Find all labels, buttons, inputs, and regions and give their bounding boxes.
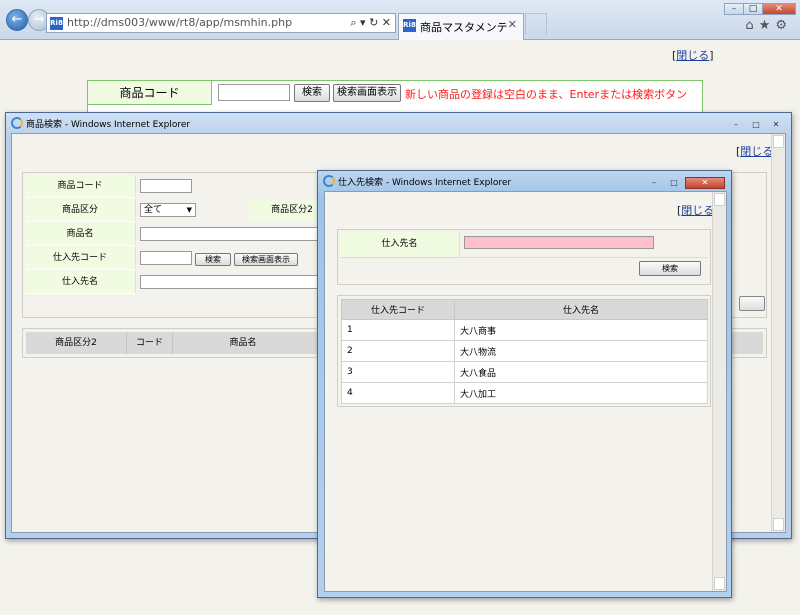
product-code-label: 商品コード [25,175,136,198]
product-search-button[interactable] [739,296,765,311]
site-favicon-icon: Ri8 [50,17,63,30]
tab-title: 商品マスタメンテ [420,21,508,34]
form-divider [340,257,708,258]
supplier-name-input[interactable] [464,236,654,249]
supplier-name-cell: 大八加工 [454,382,708,404]
home-icon[interactable]: ⌂ [745,18,758,33]
address-bar[interactable]: Ri8 http://dms003/www/rt8/app/msmhin.php… [46,13,396,33]
product-class-label: 商品区分 [25,199,136,222]
table-row[interactable]: 4 大八加工 [341,382,708,404]
star-icon[interactable]: ★ [759,18,776,33]
supplier-code-cell: 2 [341,340,455,362]
supplier-code-label: 仕入先コード [25,247,136,270]
main-close-link[interactable]: 閉じる [676,49,709,62]
table-header-row: 仕入先コード 仕入先名 [341,299,708,320]
browser-toolbar: ← → Ri8 http://dms003/www/rt8/app/msmhin… [0,0,800,40]
supplier-name-cell: 大八商事 [454,319,708,341]
main-search-button[interactable]: 検索 [294,84,330,102]
product-close-link[interactable]: 閉じる [740,145,773,158]
supplier-window-titlebar[interactable]: 仕入先検索 - Windows Internet Explorer – □ ✕ [318,171,731,191]
supplier-table: 仕入先コード 仕入先名 1 大八商事 2 大八物流 3 大八食品 4 大八加工 [341,299,708,404]
header-code: コード [127,332,173,354]
supplier-results: 仕入先コード 仕入先名 1 大八商事 2 大八物流 3 大八食品 4 大八加工 [337,295,711,407]
table-row[interactable]: 2 大八物流 [341,340,708,362]
header-product-name: 商品名 [229,338,257,348]
supplier-name-label: 仕入先名 [340,232,460,257]
header-supplier-code: 仕入先コード [341,299,455,320]
product-window-controls: – □ ✕ [725,116,785,131]
supplier-search-button[interactable]: 検索 [195,253,231,266]
supplier-search-form: 仕入先名 検索 [337,229,711,285]
supplier-code-cell: 4 [341,382,455,404]
product-class-value: 全て [144,205,163,215]
scroll-down-icon[interactable] [773,518,784,531]
new-tab-button[interactable] [525,13,547,35]
supplier-search-window: 仕入先検索 - Windows Internet Explorer – □ ✕ [閉… [317,170,732,598]
product-window-title: 商品検索 - Windows Internet Explorer [26,120,191,130]
table-row[interactable]: 3 大八食品 [341,361,708,383]
browser-icons: ⌂★⚙ [745,18,792,33]
back-arrow-icon[interactable]: ← [6,9,28,31]
minimize-icon[interactable]: – [645,177,663,189]
product-name-input[interactable] [140,227,330,241]
maximize-icon[interactable]: □ [665,177,683,189]
registration-hint: 新しい商品の登録は空白のまま、Enterまたは検索ボタン [405,88,688,101]
tab-favicon-icon: Ri8 [403,19,416,32]
supplier-close-link[interactable]: 閉じる [681,204,714,217]
product-class-select[interactable]: 全て ▼ [140,203,196,217]
main-close-link-wrapper: [閉じる] [672,49,714,62]
close-icon[interactable]: ✕ [767,119,785,131]
ie-icon [323,175,335,187]
supplier-window-title: 仕入先検索 - Windows Internet Explorer [338,178,512,188]
table-row[interactable]: 1 大八商事 [341,319,708,341]
header-product-class2: 商品区分2 [26,332,127,354]
restore-icon[interactable]: □ [743,3,763,15]
maximize-icon[interactable]: □ [747,119,765,131]
main-search-screen-button[interactable]: 検索画面表示 [333,84,401,102]
close-icon[interactable]: ✕ [762,3,796,15]
supplier-code-cell: 1 [341,319,455,341]
product-window-scrollbar[interactable] [771,134,785,532]
supplier-search-button[interactable]: 検索 [639,261,701,276]
chevron-down-icon: ▼ [186,206,192,214]
scroll-down-icon[interactable] [714,577,725,590]
close-icon[interactable]: ✕ [685,177,725,189]
product-name-label: 商品名 [25,223,136,246]
supplier-name-label: 仕入先名 [25,271,136,294]
tab-product-master[interactable]: Ri8 商品マスタメンテ ✕ [398,13,524,40]
product-code-input[interactable] [218,84,290,101]
tab-close-icon[interactable]: ✕ [508,18,517,31]
supplier-code-cell: 3 [341,361,455,383]
product-code-label: 商品コード [88,81,212,105]
supplier-search-screen-button[interactable]: 検索画面表示 [234,253,298,266]
window-controls: – □ ✕ [724,0,796,15]
minimize-icon[interactable]: – [727,119,745,131]
main-product-form: 商品コード 検索 検索画面表示 新しい商品の登録は空白のまま、Enterまたは検… [87,80,703,114]
scroll-up-icon[interactable] [714,193,725,206]
header-supplier-name: 仕入先名 [454,299,708,320]
supplier-window-scrollbar[interactable] [712,192,726,591]
ie-icon [11,117,23,129]
gear-icon[interactable]: ⚙ [775,18,792,33]
scroll-up-icon[interactable] [773,135,784,148]
supplier-name-cell: 大八物流 [454,340,708,362]
address-url[interactable]: http://dms003/www/rt8/app/msmhin.php [67,16,292,29]
product-code-input[interactable] [140,179,192,193]
supplier-window-body: [閉じる] 仕入先名 検索 仕入先コード 仕入先名 1 大八商事 [324,191,727,592]
supplier-code-input[interactable] [140,251,192,265]
supplier-name-input[interactable] [140,275,330,289]
product-window-titlebar[interactable]: 商品検索 - Windows Internet Explorer – □ ✕ [6,113,791,133]
minimize-icon[interactable]: – [724,3,744,15]
address-tools-icons[interactable]: ⌕ ▾ ↻ ✕ [350,16,391,30]
supplier-window-controls: – □ ✕ [643,174,725,189]
supplier-name-cell: 大八食品 [454,361,708,383]
